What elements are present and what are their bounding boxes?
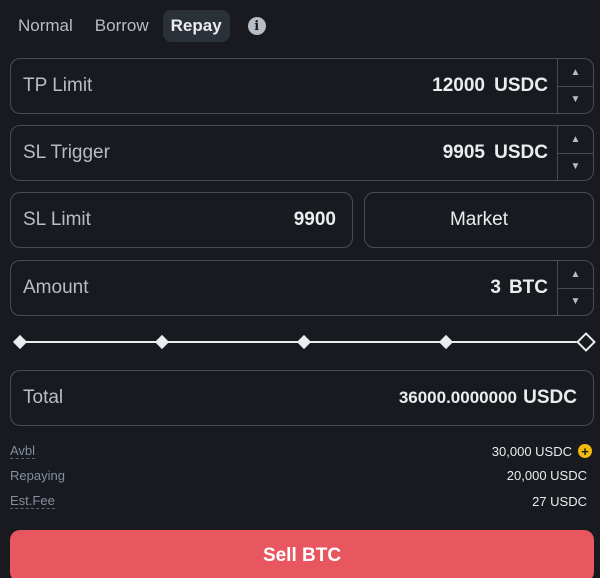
tab-borrow[interactable]: Borrow	[87, 10, 157, 42]
increment-icon[interactable]: ▲	[558, 126, 593, 153]
decrement-icon[interactable]: ▼	[558, 287, 593, 316]
amount-unit: BTC	[508, 277, 548, 298]
total-unit: USDC	[523, 387, 577, 408]
decrement-icon[interactable]: ▼	[558, 152, 593, 181]
sl-limit-field[interactable]: SL Limit 9900	[10, 192, 353, 248]
increment-icon[interactable]: ▲	[558, 261, 593, 288]
amount-slider[interactable]	[12, 332, 596, 352]
repaying-row: Repaying 20,000 USDC	[10, 468, 592, 483]
info-icon[interactable]: i	[247, 17, 266, 35]
total-value[interactable]: 36000.0000000	[399, 388, 517, 408]
sl-trigger-stepper: ▲ ▼	[557, 126, 593, 180]
sl-trigger-label: SL Trigger	[23, 142, 110, 163]
market-button[interactable]: Market	[364, 192, 594, 248]
slider-mark-50[interactable]	[296, 334, 312, 350]
est-fee-row: Est.Fee 27 USDC	[10, 493, 592, 509]
amount-label: Amount	[23, 277, 89, 298]
sl-trigger-unit: USDC	[494, 142, 548, 163]
sell-btc-button[interactable]: Sell BTC	[10, 530, 594, 578]
tp-limit-label: TP Limit	[23, 75, 93, 96]
avbl-value: 30,000 USDC	[491, 443, 572, 459]
total-field[interactable]: Total 36000.0000000 USDC	[10, 370, 594, 426]
slider-mark-0[interactable]	[12, 334, 28, 350]
amount-field[interactable]: Amount 3 BTC ▲ ▼	[10, 260, 594, 316]
est-fee-value: 27 USDC	[532, 493, 587, 509]
tab-repay[interactable]: Repay	[162, 10, 230, 42]
sl-trigger-value[interactable]: 9905	[443, 142, 485, 164]
increment-icon[interactable]: ▲	[558, 59, 593, 86]
slider-handle[interactable]	[576, 332, 596, 352]
repaying-value: 20,000 USDC	[506, 468, 587, 483]
order-mode-tabs: Normal Borrow Repay i	[10, 9, 266, 43]
add-funds-icon[interactable]: +	[578, 444, 592, 458]
tp-limit-field[interactable]: TP Limit 12000 USDC ▲ ▼	[10, 58, 594, 114]
avbl-label: Avbl	[10, 443, 36, 459]
tp-limit-unit: USDC	[494, 75, 548, 96]
avbl-row: Avbl 30,000 USDC +	[10, 443, 592, 459]
sl-trigger-field[interactable]: SL Trigger 9905 USDC ▲ ▼	[10, 125, 594, 181]
slider-mark-75[interactable]	[438, 334, 454, 350]
amount-stepper: ▲ ▼	[557, 261, 593, 315]
sl-limit-value[interactable]: 9900	[294, 209, 336, 231]
sl-limit-label: SL Limit	[23, 209, 91, 230]
amount-value[interactable]: 3	[490, 277, 501, 299]
tp-limit-value[interactable]: 12000	[432, 75, 485, 97]
tab-normal[interactable]: Normal	[10, 10, 81, 42]
decrement-icon[interactable]: ▼	[558, 85, 593, 114]
slider-mark-25[interactable]	[154, 334, 170, 350]
est-fee-label: Est.Fee	[10, 493, 55, 509]
repaying-label: Repaying	[10, 468, 65, 483]
total-label: Total	[23, 387, 64, 408]
tp-limit-stepper: ▲ ▼	[557, 59, 593, 113]
